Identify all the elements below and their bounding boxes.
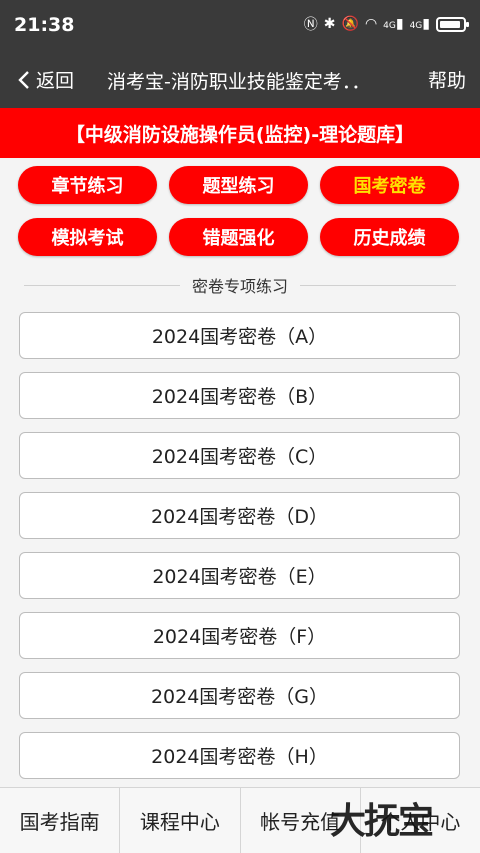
paper-item-g[interactable]: 2024国考密卷（G） [19, 672, 460, 719]
paper-item-b[interactable]: 2024国考密卷（B） [19, 372, 460, 419]
mute-icon: 🔕 [341, 16, 359, 32]
paper-item-a[interactable]: 2024国考密卷（A） [19, 312, 460, 359]
paper-item-h[interactable]: 2024国考密卷（H） [19, 732, 460, 779]
section-title: 密卷专项练习 [192, 277, 289, 296]
divider-line-left [24, 284, 180, 286]
status-icons: Ⓝ ✱ 🔕 ◠ 4G▮ 4G▮ [303, 14, 469, 34]
battery-icon [436, 16, 469, 32]
paper-list: 2024国考密卷（A） 2024国考密卷（B） 2024国考密卷（C） 2024… [19, 312, 460, 792]
status-time: 21:38 [14, 14, 75, 36]
bottom-tab-bar: 国考指南 课程中心 帐号充值 个人中心 [0, 787, 480, 853]
menu-exam-papers[interactable]: 国考密卷 [320, 166, 459, 204]
menu-grid: 章节练习 题型练习 国考密卷 模拟考试 错题强化 历史成绩 [18, 166, 462, 256]
signal-icon-2: 4G▮ [409, 16, 430, 32]
status-bar: 21:38 Ⓝ ✱ 🔕 ◠ 4G▮ 4G▮ [0, 0, 480, 52]
menu-wrong-questions[interactable]: 错题强化 [169, 218, 308, 256]
menu-mock-exam[interactable]: 模拟考试 [18, 218, 157, 256]
back-button[interactable]: 返回 [18, 66, 74, 93]
banner-text: 【中级消防设施操作员(监控)-理论题库】 [65, 123, 415, 146]
wifi-icon: ◠ [364, 16, 378, 32]
page-title: 消考宝-消防职业技能鉴定考．． [107, 71, 371, 93]
menu-chapter-practice[interactable]: 章节练习 [18, 166, 157, 204]
paper-item-d[interactable]: 2024国考密卷（D） [19, 492, 460, 539]
menu-history-scores[interactable]: 历史成绩 [320, 218, 459, 256]
bluetooth-icon: ✱ [323, 16, 336, 32]
tab-recharge[interactable]: 帐号充值 [241, 788, 361, 853]
divider-line-right [300, 284, 457, 286]
signal-icon-1: 4G▮ [383, 16, 404, 32]
nav-bar: 返回 消考宝-消防职业技能鉴定考．． 帮助 [0, 52, 480, 108]
paper-item-f[interactable]: 2024国考密卷（F） [19, 612, 460, 659]
tab-profile[interactable]: 个人中心 [361, 788, 480, 853]
paper-item-e[interactable]: 2024国考密卷（E） [19, 552, 460, 599]
chevron-left-icon [18, 70, 29, 89]
tab-exam-guide[interactable]: 国考指南 [0, 788, 121, 853]
nfc-icon: Ⓝ [303, 17, 318, 33]
tab-course-center[interactable]: 课程中心 [120, 788, 241, 853]
back-label: 返回 [36, 70, 75, 92]
paper-item-c[interactable]: 2024国考密卷（C） [19, 432, 460, 479]
question-bank-banner: 【中级消防设施操作员(监控)-理论题库】 [0, 108, 480, 158]
help-button[interactable]: 帮助 [428, 66, 466, 93]
menu-type-practice[interactable]: 题型练习 [169, 166, 308, 204]
section-divider: 密卷专项练习 [24, 272, 457, 298]
